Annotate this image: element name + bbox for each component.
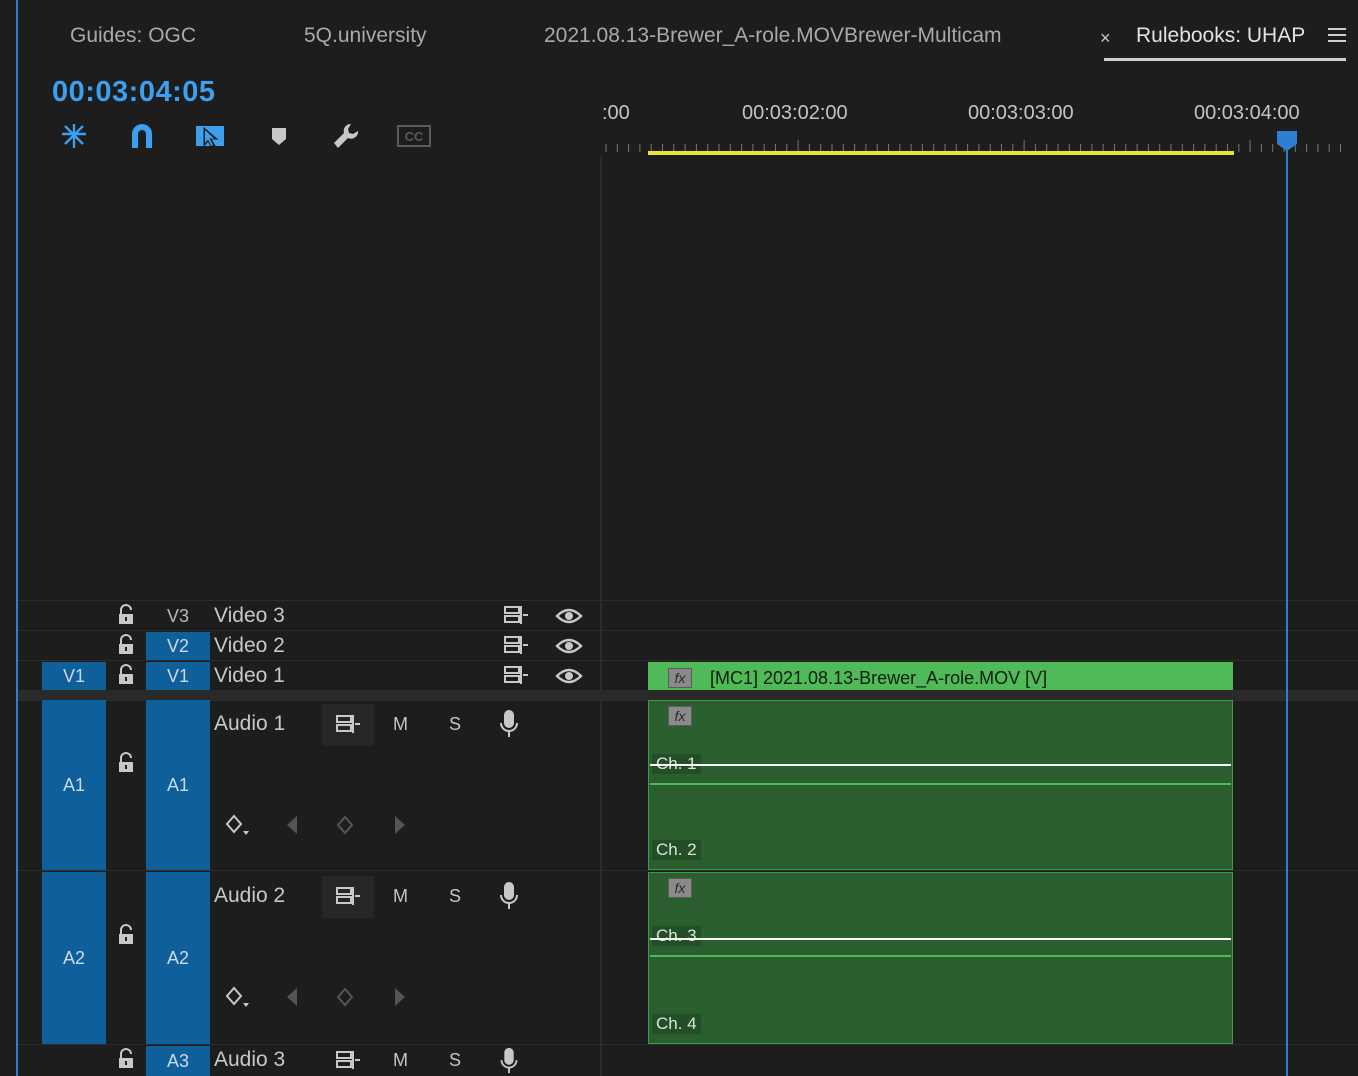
source-patch-a1[interactable]: A1 — [42, 700, 106, 870]
tab-rulebooks-uhap[interactable]: Rulebooks: UHAP — [1136, 24, 1305, 54]
channel-label: Ch. 2 — [652, 840, 701, 860]
keyframe-options-icon[interactable] — [224, 986, 252, 1015]
sync-lock-icon[interactable] — [335, 714, 361, 739]
track-name-audio-1: Audio 1 — [214, 712, 286, 735]
next-keyframe-icon[interactable] — [392, 986, 408, 1013]
tab-guides-ogc[interactable]: Guides: OGC — [70, 24, 196, 54]
mute-button[interactable]: M — [393, 886, 408, 907]
keyframe-options-icon[interactable] — [224, 814, 252, 843]
playhead-line[interactable] — [1286, 140, 1288, 1076]
target-track-v3[interactable]: V3 — [146, 602, 210, 630]
captions-label: CC — [405, 129, 424, 144]
next-keyframe-icon[interactable] — [392, 814, 408, 841]
lock-icon[interactable] — [116, 1048, 136, 1070]
add-marker-icon[interactable] — [261, 120, 297, 152]
linked-selection-icon[interactable] — [192, 120, 228, 152]
eye-icon[interactable] — [555, 606, 583, 631]
audio-clip-a1[interactable] — [648, 700, 1233, 870]
playhead-handle-icon[interactable] — [1276, 130, 1298, 151]
ruler-label: 00:03:02:00 — [742, 102, 848, 124]
solo-button[interactable]: S — [449, 714, 461, 735]
sync-lock-icon[interactable] — [503, 665, 529, 690]
add-keyframe-icon[interactable] — [336, 814, 354, 841]
track-name-video-3: Video 3 — [214, 604, 285, 627]
eye-icon[interactable] — [555, 666, 583, 691]
source-patch-a2[interactable]: A2 — [42, 872, 106, 1044]
source-patch-v1[interactable]: V1 — [42, 662, 106, 690]
tab-5q-university[interactable]: 5Q.university — [304, 24, 427, 54]
lock-icon[interactable] — [116, 634, 136, 656]
track-name-audio-2: Audio 2 — [214, 884, 286, 907]
previous-keyframe-icon[interactable] — [284, 814, 300, 841]
previous-keyframe-icon[interactable] — [284, 986, 300, 1013]
close-tab-icon[interactable]: × — [1100, 28, 1111, 49]
add-keyframe-icon[interactable] — [336, 986, 354, 1013]
volume-rubber-band[interactable] — [650, 938, 1231, 940]
target-track-a1[interactable]: A1 — [146, 700, 210, 870]
channel-label: Ch. 3 — [652, 926, 701, 946]
nest-sequence-icon[interactable] — [56, 120, 92, 152]
tab-brewer-multicam[interactable]: 2021.08.13-Brewer_A-role.MOVBrewer-Multi… — [544, 24, 1002, 54]
lock-icon[interactable] — [116, 924, 136, 946]
channel-label: Ch. 4 — [652, 1014, 701, 1034]
sync-lock-icon[interactable] — [503, 635, 529, 660]
lock-icon[interactable] — [116, 664, 136, 686]
sync-lock-icon[interactable] — [503, 605, 529, 630]
microphone-icon[interactable] — [498, 1046, 520, 1076]
channel-separator — [650, 783, 1231, 785]
target-track-a2[interactable]: A2 — [146, 872, 210, 1044]
track-name-video-2: Video 2 — [214, 634, 285, 657]
audio-clip-a2[interactable] — [648, 872, 1233, 1044]
track-name-video-1: Video 1 — [214, 664, 285, 687]
mute-button[interactable]: M — [393, 714, 408, 735]
sync-lock-icon[interactable] — [335, 886, 361, 911]
target-track-v2[interactable]: V2 — [146, 632, 210, 660]
ruler-label: 00:03:03:00 — [968, 102, 1074, 124]
wrench-settings-icon[interactable] — [328, 120, 364, 152]
target-track-v1[interactable]: V1 — [146, 662, 210, 690]
fx-badge[interactable]: fx — [668, 706, 692, 726]
target-track-a3[interactable]: A3 — [146, 1046, 210, 1076]
fx-badge[interactable]: fx — [668, 668, 692, 688]
work-area-bar[interactable] — [648, 151, 1234, 155]
solo-button[interactable]: S — [449, 1050, 461, 1071]
microphone-icon[interactable] — [498, 708, 520, 745]
mute-button[interactable]: M — [393, 1050, 408, 1071]
ruler-label: 00:03:04:00 — [1194, 102, 1300, 124]
track-name-audio-3: Audio 3 — [214, 1048, 286, 1071]
sync-lock-icon[interactable] — [335, 1050, 361, 1075]
video-audio-divider[interactable] — [18, 690, 1358, 700]
snap-magnet-icon[interactable] — [124, 120, 160, 152]
video-clip-label: [MC1] 2021.08.13-Brewer_A-role.MOV [V] — [710, 668, 1048, 688]
solo-button[interactable]: S — [449, 886, 461, 907]
active-tab-indicator — [1104, 58, 1346, 61]
channel-separator — [650, 955, 1231, 957]
fx-badge[interactable]: fx — [668, 878, 692, 898]
playhead-timecode[interactable]: 00:03:04:05 — [52, 76, 216, 109]
volume-rubber-band[interactable] — [650, 764, 1231, 766]
eye-icon[interactable] — [555, 636, 583, 661]
lock-icon[interactable] — [116, 604, 136, 626]
ruler-label: :00 — [602, 102, 630, 124]
microphone-icon[interactable] — [498, 880, 520, 917]
panel-menu-icon[interactable] — [1328, 28, 1346, 46]
lock-icon[interactable] — [116, 752, 136, 774]
captions-icon[interactable]: CC — [396, 120, 432, 152]
